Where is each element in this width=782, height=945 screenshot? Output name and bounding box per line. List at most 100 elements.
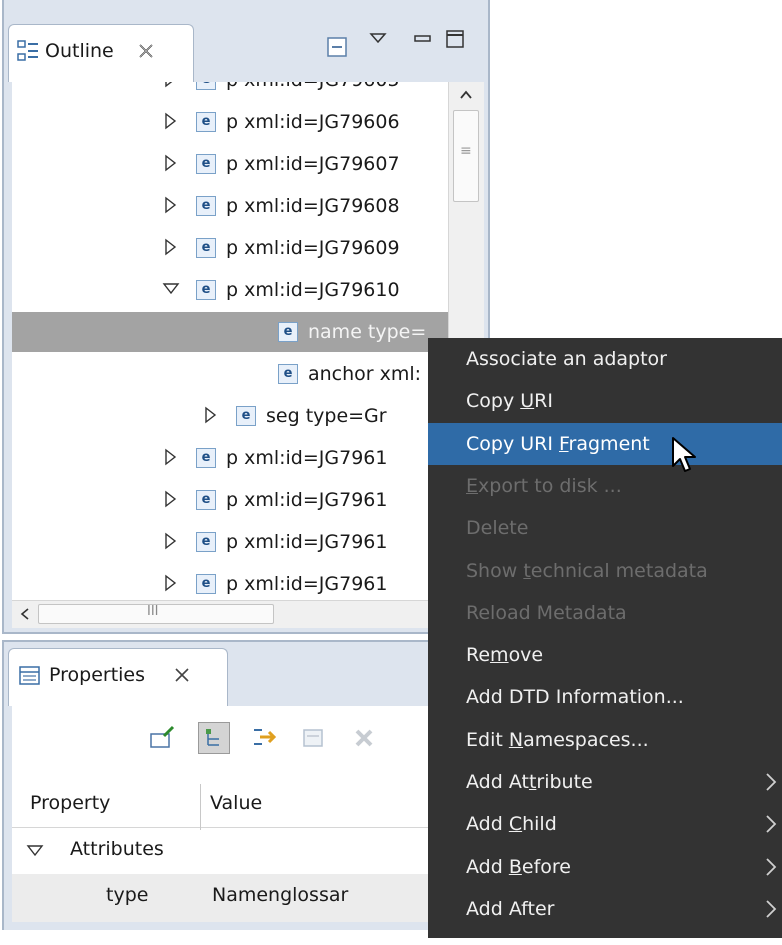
outline-tree[interactable]: e p xml:id=JG79605 e p xml:id=JG79606 e p xml…: [12, 82, 448, 600]
close-icon[interactable]: [137, 42, 155, 65]
properties-tab[interactable]: Properties: [8, 648, 228, 706]
pin-to-selection-icon[interactable]: [146, 722, 178, 754]
menu-item-label: Delete: [466, 517, 529, 540]
menu-item-label: Copy URI Fragment: [466, 432, 650, 455]
outline-tree-row[interactable]: e p xml:id=JG7961: [12, 438, 448, 478]
close-icon[interactable]: [173, 666, 191, 689]
outline-tree-row[interactable]: e p xml:id=JG79607: [12, 144, 448, 184]
collapsed-twisty-icon[interactable]: [162, 102, 178, 142]
expanded-twisty-icon[interactable]: [26, 842, 44, 865]
submenu-arrow-icon: [764, 888, 778, 945]
menu-item-add-attribute[interactable]: Add Attribute: [428, 761, 782, 803]
collapsed-twisty-icon[interactable]: [162, 82, 178, 100]
outline-row-label: name type=: [308, 321, 427, 343]
outline-row-label: p xml:id=JG7961: [226, 489, 388, 511]
vertical-scroll-thumb[interactable]: ≡: [453, 110, 479, 202]
properties-table-header: Property Value: [12, 778, 488, 828]
element-icon: e: [278, 322, 298, 342]
show-advanced-properties-icon[interactable]: [248, 722, 280, 754]
menu-item-label: Show technical metadata: [466, 559, 708, 582]
menu-item-label: Add Before: [466, 855, 571, 878]
menu-item-reload-metadata[interactable]: Reload Metadata: [428, 592, 782, 634]
property-name: type: [106, 884, 149, 906]
view-menu-icon[interactable]: [368, 30, 388, 52]
element-icon: e: [196, 154, 216, 174]
properties-icon: [19, 666, 41, 691]
menu-item-delete[interactable]: Delete: [428, 507, 782, 549]
menu-item-add-child[interactable]: Add Child: [428, 803, 782, 845]
menu-item-export-to-disk[interactable]: Export to disk ...: [428, 465, 782, 507]
outline-row-label: p xml:id=JG79605: [226, 82, 400, 100]
menu-item-remove[interactable]: Remove: [428, 634, 782, 676]
menu-item-label: Edit Namespaces...: [466, 728, 649, 751]
outline-tree-row[interactable]: e name type=: [12, 312, 448, 352]
property-value[interactable]: Namenglossar: [212, 884, 348, 906]
menu-item-edit-namespaces[interactable]: Edit Namespaces...: [428, 719, 782, 761]
element-icon: e: [196, 532, 216, 552]
outline-tree-row[interactable]: e p xml:id=JG7961: [12, 522, 448, 562]
outline-row-label: seg type=Gr: [266, 405, 387, 427]
horizontal-scroll-thumb[interactable]: III: [38, 604, 274, 624]
maximize-icon[interactable]: [446, 30, 466, 55]
element-icon: e: [196, 112, 216, 132]
element-icon: e: [196, 280, 216, 300]
collapsed-twisty-icon[interactable]: [162, 564, 178, 600]
property-row-type[interactable]: type Namenglossar: [12, 874, 488, 922]
column-header-value[interactable]: Value: [210, 792, 262, 814]
element-icon: e: [196, 196, 216, 216]
outline-tree-row[interactable]: e p xml:id=JG79609: [12, 228, 448, 268]
outline-tree-row[interactable]: e p xml:id=JG7961: [12, 564, 448, 600]
outline-tree-row[interactable]: e seg type=Gr: [12, 396, 448, 436]
element-icon: e: [196, 574, 216, 594]
menu-item-label: Reload Metadata: [466, 601, 627, 624]
menu-item-label: Add After: [466, 897, 555, 920]
element-icon: e: [278, 364, 298, 384]
collapsed-twisty-icon[interactable]: [162, 144, 178, 184]
outline-horizontal-scrollbar[interactable]: III: [12, 600, 448, 628]
element-icon: e: [196, 82, 216, 90]
mouse-pointer-icon: [670, 436, 700, 481]
outline-icon: [17, 40, 39, 69]
outline-tree-row[interactable]: e anchor xml:: [12, 354, 448, 394]
outline-tab[interactable]: Outline: [8, 24, 194, 82]
collapsed-twisty-icon[interactable]: [162, 522, 178, 562]
minimize-icon[interactable]: [414, 30, 432, 52]
collapsed-twisty-icon[interactable]: [202, 396, 218, 436]
restore-default-icon: [298, 722, 330, 754]
scroll-left-icon[interactable]: [16, 605, 34, 628]
property-name: Attributes: [70, 838, 164, 860]
outline-row-label: p xml:id=JG79610: [226, 279, 400, 301]
collapsed-twisty-icon[interactable]: [162, 186, 178, 226]
menu-item-add-before[interactable]: Add Before: [428, 846, 782, 888]
menu-item-add-dtd-information[interactable]: Add DTD Information...: [428, 676, 782, 718]
menu-item-show-technical-metadata[interactable]: Show technical metadata: [428, 550, 782, 592]
menu-item-add-after[interactable]: Add After: [428, 888, 782, 930]
property-row-attributes[interactable]: Attributes: [12, 830, 488, 874]
expanded-twisty-icon[interactable]: [162, 270, 180, 310]
outline-row-label: p xml:id=JG79608: [226, 195, 400, 217]
collapsed-twisty-icon[interactable]: [162, 438, 178, 478]
collapsed-twisty-icon[interactable]: [162, 480, 178, 520]
scroll-up-icon[interactable]: [457, 86, 475, 109]
outline-tab-label: Outline: [45, 40, 114, 62]
menu-item-copy-uri-fragment[interactable]: Copy URI Fragment: [428, 422, 782, 465]
outline-tree-row[interactable]: e p xml:id=JG79606: [12, 102, 448, 142]
delete-icon: [348, 722, 380, 754]
menu-item-label: Remove: [466, 644, 544, 667]
outline-tree-row[interactable]: e p xml:id=JG79605: [12, 82, 448, 100]
menu-item-copy-uri[interactable]: Copy URI: [428, 380, 782, 422]
menu-item-label: Add Attribute: [466, 771, 593, 793]
menu-item-label: Export to disk ...: [466, 474, 622, 497]
element-icon: e: [236, 406, 256, 426]
menu-item-label: Add DTD Information...: [466, 686, 684, 709]
show-categories-icon[interactable]: [198, 722, 230, 754]
outline-row-label: p xml:id=JG79609: [226, 237, 400, 259]
outline-tree-row[interactable]: e p xml:id=JG79608: [12, 186, 448, 226]
menu-item-associate-an-adaptor[interactable]: Associate an adaptor: [428, 338, 782, 380]
collapse-all-icon[interactable]: [326, 36, 350, 65]
outline-tree-row[interactable]: e p xml:id=JG7961: [12, 480, 448, 520]
menu-item-label: Add Child: [466, 813, 557, 836]
outline-tree-row[interactable]: e p xml:id=JG79610: [12, 270, 448, 310]
column-header-property[interactable]: Property: [30, 792, 110, 814]
collapsed-twisty-icon[interactable]: [162, 228, 178, 268]
